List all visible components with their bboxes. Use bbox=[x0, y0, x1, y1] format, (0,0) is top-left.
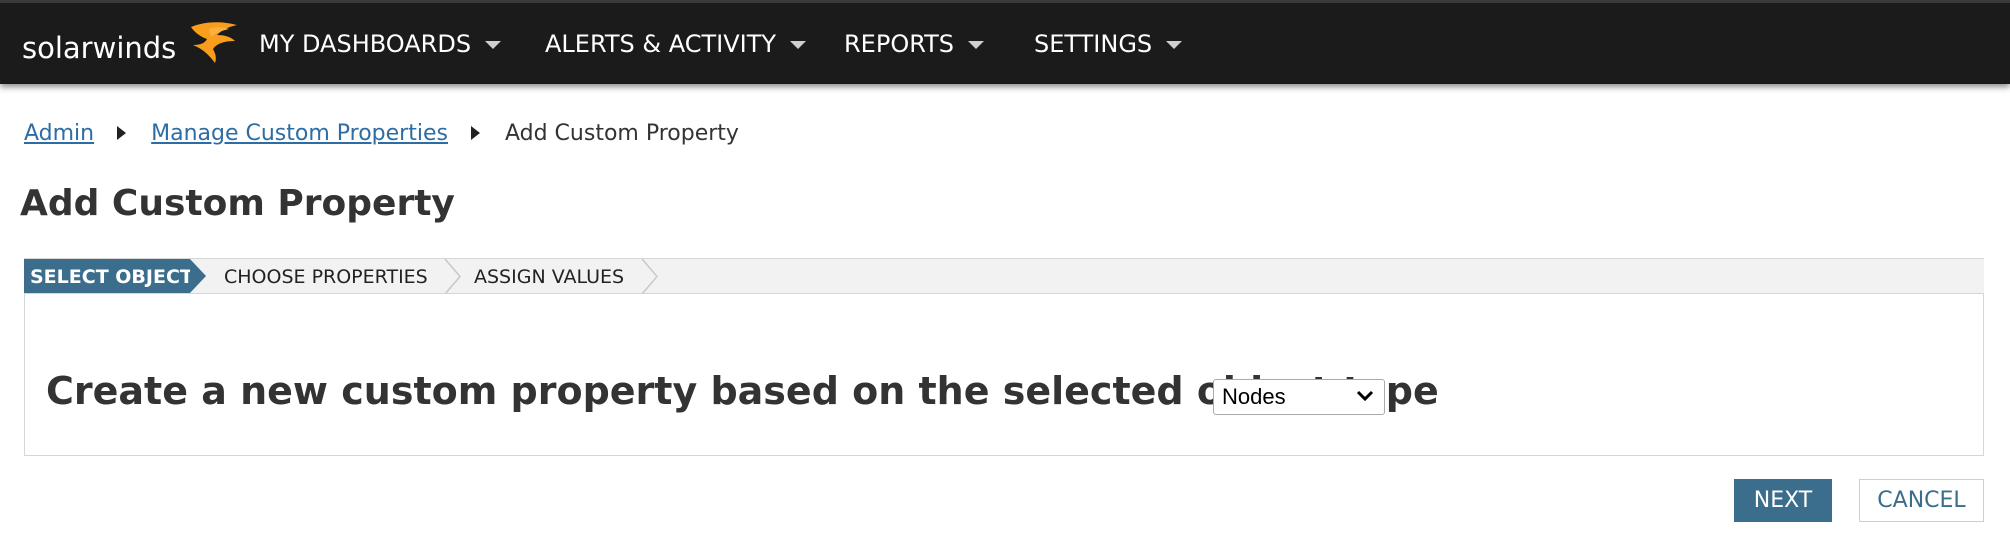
object-type-select-value: Nodes bbox=[1222, 384, 1286, 409]
wizard-step-select-object[interactable]: SELECT OBJECT bbox=[24, 259, 193, 294]
caret-down-icon bbox=[790, 41, 807, 49]
object-type-panel: Create a new custom property based on th… bbox=[24, 293, 1984, 456]
solarwinds-flame-icon bbox=[191, 22, 237, 63]
logo-text: solarwinds bbox=[22, 31, 177, 65]
object-type-select[interactable]: Nodes bbox=[1213, 379, 1385, 415]
caret-down-icon bbox=[968, 41, 985, 49]
wizard-steps: SELECT OBJECT CHOOSE PROPERTIES ASSIGN V… bbox=[24, 258, 1984, 294]
breadcrumb-manage-custom-properties-link[interactable]: Manage Custom Properties bbox=[151, 121, 448, 146]
nav-my-dashboards[interactable]: MY DASHBOARDS bbox=[259, 3, 502, 84]
top-nav-bar: solarwinds MY DASHBOARDS ALERTS & ACTIVI… bbox=[0, 0, 2010, 84]
nav-settings-label: SETTINGS bbox=[1034, 29, 1153, 58]
page-title: Add Custom Property bbox=[20, 183, 455, 224]
nav-alerts-activity[interactable]: ALERTS & ACTIVITY bbox=[545, 3, 807, 84]
breadcrumb: Admin Manage Custom Properties Add Custo… bbox=[24, 118, 739, 148]
wizard-step-label: SELECT OBJECT bbox=[30, 265, 193, 288]
nav-my-dashboards-label: MY DASHBOARDS bbox=[259, 29, 472, 58]
wizard-step-chevron-icon bbox=[444, 259, 461, 294]
wizard-step-assign-values[interactable]: ASSIGN VALUES bbox=[474, 259, 624, 294]
wizard-step-label: CHOOSE PROPERTIES bbox=[224, 265, 428, 288]
breadcrumb-separator-icon bbox=[470, 126, 480, 140]
breadcrumb-separator-icon bbox=[117, 126, 127, 140]
wizard-step-chevron-icon bbox=[641, 259, 658, 294]
breadcrumb-current: Add Custom Property bbox=[504, 120, 739, 146]
wizard-step-choose-properties[interactable]: CHOOSE PROPERTIES bbox=[224, 259, 428, 294]
cancel-button[interactable]: CANCEL bbox=[1859, 479, 1984, 522]
caret-down-icon bbox=[1166, 41, 1183, 49]
wizard-step-label: ASSIGN VALUES bbox=[474, 265, 625, 288]
nav-reports-label: REPORTS bbox=[844, 29, 955, 58]
breadcrumb-admin-link[interactable]: Admin bbox=[24, 121, 94, 146]
nav-settings[interactable]: SETTINGS bbox=[1034, 3, 1183, 84]
chevron-down-icon bbox=[1356, 390, 1374, 402]
caret-down-icon bbox=[485, 41, 502, 49]
wizard-active-arrow-icon bbox=[190, 259, 206, 293]
nav-alerts-activity-label: ALERTS & ACTIVITY bbox=[545, 29, 777, 58]
nav-reports[interactable]: REPORTS bbox=[844, 3, 985, 84]
next-button[interactable]: NEXT bbox=[1734, 479, 1832, 522]
